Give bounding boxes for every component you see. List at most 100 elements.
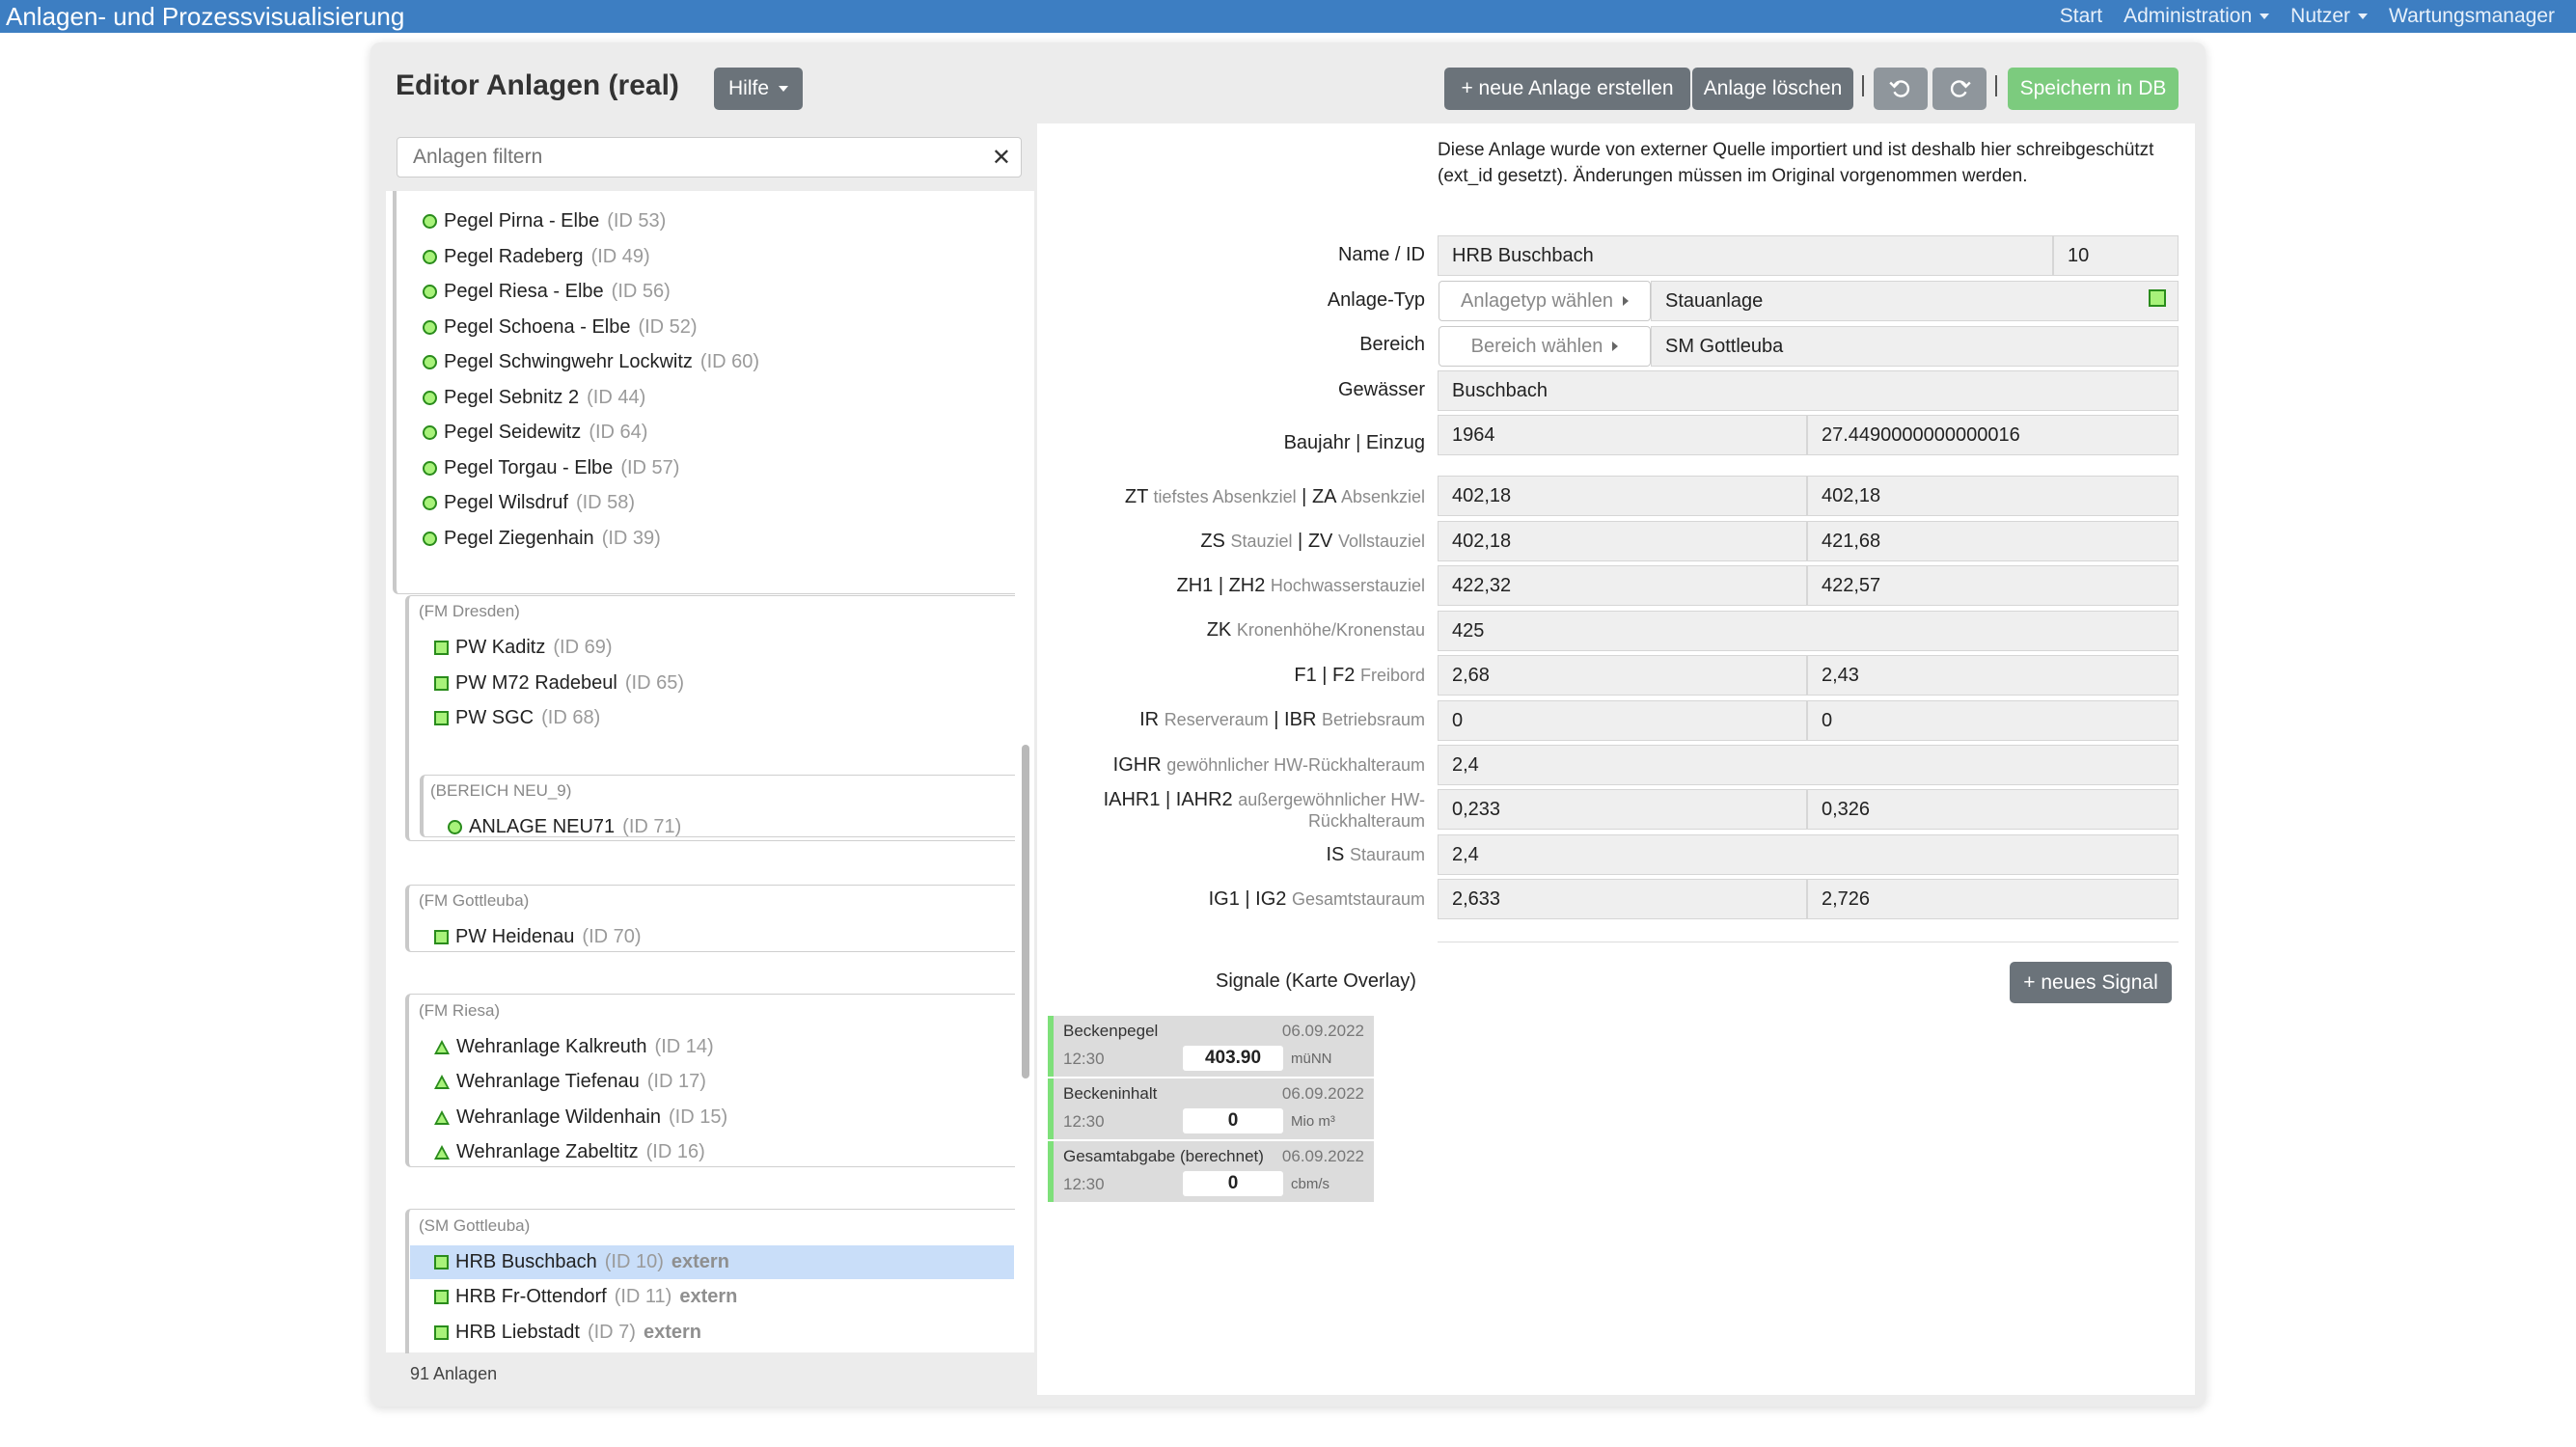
redo-icon	[1950, 80, 1971, 97]
is-label: IS Stauraum	[1326, 844, 1425, 866]
tree-item[interactable]: PW M72 Radebeul (ID 65)	[434, 671, 684, 695]
tree-group-label: (FM Gottleuba)	[419, 891, 530, 910]
filter-input[interactable]	[411, 138, 971, 177]
bereich-label: Bereich	[1359, 334, 1425, 355]
name-field[interactable]: HRB Buschbach	[1438, 235, 2053, 276]
ig-title: IG1 | IG2	[1208, 888, 1287, 910]
baujahr-field[interactable]: 1964	[1438, 415, 1807, 455]
signal-time: 12:30	[1063, 1112, 1105, 1131]
tree-item[interactable]: ANLAGE NEU71 (ID 71)	[448, 815, 681, 838]
help-button[interactable]: Hilfe	[714, 68, 803, 110]
ir-sublabel: Reserveraum	[1164, 710, 1269, 729]
zh-sublabel: Hochwasserstauziel	[1270, 576, 1425, 595]
tree-item[interactable]: PW Kaditz (ID 69)	[434, 636, 612, 659]
tree-item-id: (ID 70)	[582, 926, 642, 947]
f1-field[interactable]: 2,68	[1438, 655, 1807, 696]
tree-item[interactable]: Wehranlage Zabeltitz (ID 16)	[434, 1140, 705, 1163]
tree-item-id: (ID 68)	[541, 707, 601, 728]
ig1-field[interactable]: 2,633	[1438, 879, 1807, 919]
f2-field[interactable]: 2,43	[1807, 655, 2179, 696]
is-field[interactable]: 2,4	[1438, 834, 2179, 875]
chevron-down-icon	[779, 86, 788, 92]
ir-field[interactable]: 0	[1438, 700, 1807, 741]
ibr-field[interactable]: 0	[1807, 700, 2179, 741]
zh2-field[interactable]: 422,57	[1807, 565, 2179, 606]
iahr1-field[interactable]: 0,233	[1438, 789, 1807, 830]
extern-tag: extern	[679, 1286, 738, 1307]
anlagetyp-select-button[interactable]: Anlagetyp wählen	[1439, 281, 1651, 321]
tree-item[interactable]: PW SGC (ID 68)	[434, 706, 600, 729]
tree-group-label: (BEREICH NEU_9)	[430, 781, 572, 800]
zk-label: ZK Kronenhöhe/Kronenstau	[1207, 619, 1425, 642]
zh1-field[interactable]: 422,32	[1438, 565, 1807, 606]
iahr-title: IAHR1 | IAHR2	[1103, 789, 1233, 810]
undo-button[interactable]	[1874, 68, 1928, 110]
tree-item[interactable]: HRB Liebstadt (ID 7) extern	[434, 1321, 701, 1344]
square-status-icon	[434, 675, 449, 691]
tree-item-name: Wehranlage Tiefenau	[456, 1071, 640, 1092]
einzug-field[interactable]: 27.4490000000000016	[1807, 415, 2179, 455]
new-anlage-button[interactable]: + neue Anlage erstellen	[1444, 68, 1690, 110]
iahr-sublabel: außergewöhnlicher HW-	[1238, 790, 1425, 809]
nav-wartungsmanager[interactable]: Wartungsmanager	[2389, 5, 2555, 28]
nav-start[interactable]: Start	[2060, 5, 2102, 28]
ighr-title: IGHR	[1112, 754, 1162, 776]
ig-sublabel: Gesamtstauraum	[1291, 889, 1425, 909]
iahr2-field[interactable]: 0,326	[1807, 789, 2179, 830]
nav-nutzer[interactable]: Nutzer	[2290, 5, 2369, 28]
tree-item-name: HRB Fr-Ottendorf	[455, 1286, 607, 1307]
signal-card[interactable]: Beckeninhalt 06.09.2022 12:30 0 Mio m³	[1048, 1078, 1374, 1139]
signal-date: 06.09.2022	[1281, 1147, 1364, 1165]
triangle-status-icon	[434, 1144, 450, 1160]
tree-item[interactable]: PW Heidenau (ID 70)	[434, 925, 642, 948]
zs-field[interactable]: 402,18	[1438, 521, 1807, 561]
clear-filter-icon[interactable]: ✕	[992, 144, 1011, 172]
tree-item[interactable]: Wehranlage Kalkreuth (ID 14)	[434, 1035, 714, 1058]
id-field[interactable]: 10	[2053, 235, 2179, 276]
signal-value: 0	[1183, 1171, 1283, 1196]
tree-group-box	[393, 191, 1015, 594]
nav-administration-label: Administration	[2124, 5, 2253, 27]
signal-card[interactable]: Gesamtabgabe (berechnet) 06.09.2022 12:3…	[1048, 1141, 1374, 1202]
signal-unit: müNN	[1291, 1051, 1332, 1067]
tree-scrollbar[interactable]	[1022, 745, 1029, 1078]
extern-tag: extern	[671, 1251, 729, 1272]
zv-field[interactable]: 421,68	[1807, 521, 2179, 561]
signal-card[interactable]: Beckenpegel 06.09.2022 12:30 403.90 müNN	[1048, 1016, 1374, 1077]
is-sublabel: Stauraum	[1349, 845, 1425, 864]
za-field[interactable]: 402,18	[1807, 476, 2179, 516]
gewaesser-field[interactable]: Buschbach	[1438, 370, 2179, 411]
name-id-label: Name / ID	[1337, 244, 1425, 265]
ig2-field[interactable]: 2,726	[1807, 879, 2179, 919]
new-signal-button[interactable]: + neues Signal	[2010, 962, 2172, 1003]
zt-sublabel: tiefstes Absenkziel	[1153, 487, 1297, 506]
app-brand[interactable]: Anlagen- und Prozessvisualisierung	[6, 2, 404, 31]
signal-date: 06.09.2022	[1281, 1022, 1364, 1040]
tree-item[interactable]: HRB Fr-Ottendorf (ID 11) extern	[434, 1285, 737, 1308]
tree-item-id: (ID 7)	[587, 1322, 636, 1343]
ighr-field[interactable]: 2,4	[1438, 745, 2179, 785]
tree-item-id: (ID 11)	[614, 1286, 672, 1307]
tree-item-name: Wehranlage Kalkreuth	[456, 1036, 647, 1057]
tree-item[interactable]: Wehranlage Wildenhain (ID 15)	[434, 1106, 727, 1129]
tree-group-label: (FM Dresden)	[419, 602, 520, 620]
zs-label: ZS	[1200, 531, 1225, 552]
zk-field[interactable]: 425	[1438, 611, 2179, 651]
tree-item[interactable]: Wehranlage Tiefenau (ID 17)	[434, 1070, 706, 1093]
nav-administration[interactable]: Administration	[2124, 5, 2270, 28]
tree-item-id: (ID 71)	[622, 816, 682, 837]
signal-time: 12:30	[1063, 1050, 1105, 1068]
redo-button[interactable]	[1932, 68, 1987, 110]
triangle-status-icon	[434, 1109, 450, 1125]
signal-name: Beckenpegel	[1063, 1022, 1159, 1040]
save-db-button[interactable]: Speichern in DB	[2008, 68, 2179, 110]
bereich-select-button[interactable]: Bereich wählen	[1439, 326, 1651, 367]
zt-label: ZT	[1124, 486, 1148, 507]
ighr-sublabel: gewöhnlicher HW-Rückhalteraum	[1166, 755, 1425, 775]
tree-item-name: PW Kaditz	[455, 637, 546, 658]
delete-anlage-button[interactable]: Anlage löschen	[1692, 68, 1853, 110]
nav-menu: Start Administration Nutzer Wartungsmana…	[2060, 0, 2576, 33]
zt-za-label: ZT tiefstes Absenkziel | ZA Absenkziel	[1124, 486, 1425, 507]
zt-field[interactable]: 402,18	[1438, 476, 1807, 516]
tree-item-selected[interactable]: HRB Buschbach (ID 10) extern	[434, 1250, 729, 1273]
